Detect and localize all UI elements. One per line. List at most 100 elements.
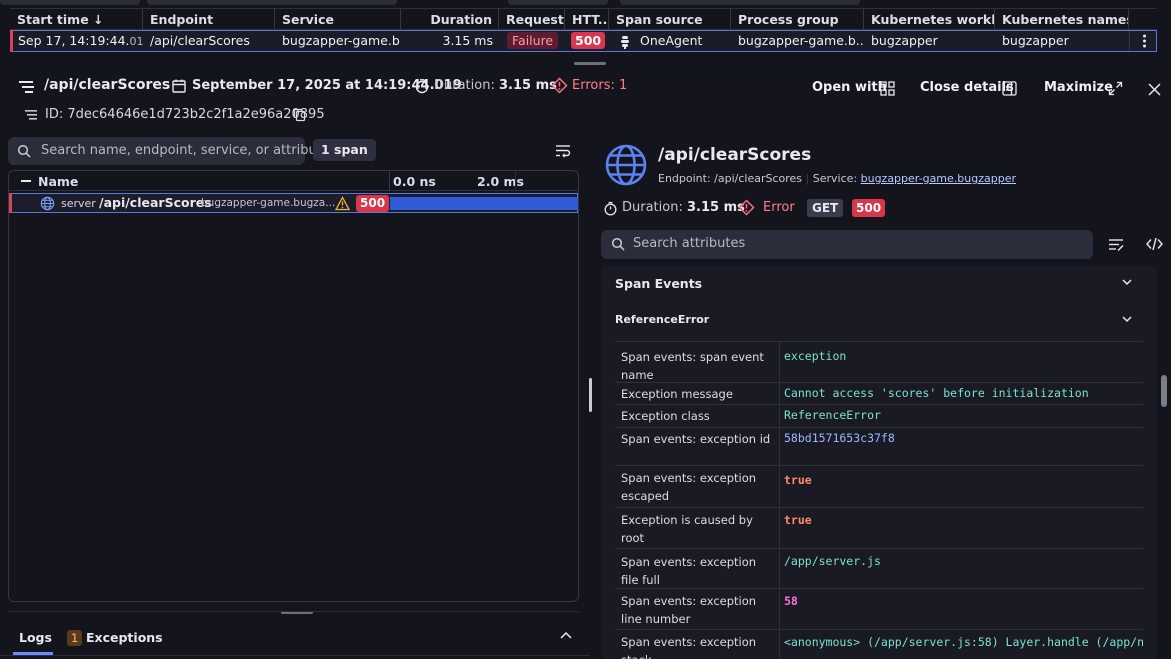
section-span-events: Span Events: [615, 276, 703, 291]
col-k8s-workload[interactable]: Kubernetes worklo...: [863, 9, 994, 31]
code-icon[interactable]: [1146, 236, 1163, 252]
attribute-search-input[interactable]: Search attributes: [601, 230, 1093, 259]
span-row[interactable]: server /api/clearScores bugzapper-game.b…: [9, 193, 578, 213]
col-service[interactable]: Service: [274, 9, 400, 31]
col-actions: [1128, 9, 1157, 31]
detail-errors: Errors: 1: [572, 78, 628, 93]
maximize-label: Maximize: [1044, 80, 1113, 95]
list-icon: [18, 77, 38, 95]
attribute-row[interactable]: Span events: exception file full/app/ser…: [615, 549, 1143, 589]
close-icon[interactable]: [1147, 82, 1162, 97]
tab-exceptions[interactable]: Exceptions: [86, 630, 163, 645]
span-tree-panel: Name 0.0 ns 2.0 ms server /api/clearScor…: [8, 170, 579, 602]
warning-icon: [335, 196, 350, 211]
copy-icon[interactable]: [292, 107, 307, 122]
service-link[interactable]: bugzapper-game.bugzapper: [861, 172, 1016, 185]
duration-value: 3.15 ms: [498, 78, 557, 93]
attribute-row[interactable]: Span events: exception stack <anonymous> …: [615, 630, 1143, 659]
span-duration-bar[interactable]: [390, 197, 578, 210]
span-duration: Duration: 3.15 ms: [622, 200, 745, 215]
attribute-value: <anonymous> (/app/server.js:58) Layer.ha…: [779, 630, 1143, 659]
open-with-button[interactable]: Open with: [812, 80, 895, 96]
expand-icon: [1108, 81, 1123, 96]
search-placeholder: Search name, endpoint, service, or attri…: [41, 143, 337, 158]
cell-process-group: bugzapper-game.b...: [738, 33, 864, 48]
span-detail-title: /api/clearScores: [658, 145, 812, 165]
exceptions-count-badge: 1: [67, 630, 83, 646]
wrap-lines-icon[interactable]: [555, 143, 571, 159]
attribute-row[interactable]: Span events: exception escaped true: [615, 466, 1143, 508]
span-search-input[interactable]: Search name, endpoint, service, or attri…: [8, 137, 337, 165]
span-bar-track: [390, 197, 578, 210]
cell-k8s-namespace: bugzapper: [1002, 33, 1069, 48]
table-header: Start time ↓ Endpoint Service Duration R…: [10, 8, 1157, 31]
row-menu-button[interactable]: [1129, 31, 1158, 51]
stopwatch-icon: [603, 201, 618, 216]
col-request-status[interactable]: Request...: [498, 9, 564, 31]
attribute-key: Exception class: [621, 409, 710, 423]
close-details-button[interactable]: Close details: [920, 80, 1017, 96]
attribute-key: Exception message: [621, 387, 733, 401]
attribute-key: Span events: exception stack: [621, 635, 757, 659]
attribute-key: Span events: exception line number: [621, 594, 757, 626]
table-top-strip: [0, 0, 1171, 6]
open-with-label: Open with: [812, 80, 887, 95]
vertical-splitter[interactable]: [589, 378, 592, 412]
span-status-badge: 500: [356, 195, 390, 212]
oneagent-icon: [619, 35, 631, 49]
timeline-gridline: [515, 171, 516, 191]
attribute-row[interactable]: Span events: exception id 58bd1571653c37f…: [615, 428, 1143, 466]
col-name-header: Name: [38, 174, 79, 189]
scroll-segment: [147, 0, 397, 5]
panel-divider: [8, 611, 579, 612]
attribute-row[interactable]: Span events: span event name exception: [615, 342, 1143, 383]
error-diamond-icon: [738, 199, 755, 216]
duration-label: Duration:: [622, 200, 683, 215]
duration-label: Duration:: [434, 78, 495, 93]
chevron-up-icon[interactable]: [559, 630, 573, 640]
attribute-key: Span events: exception file full: [621, 555, 757, 587]
filter-settings-icon[interactable]: [1108, 236, 1124, 252]
http-500-badge: 500: [571, 32, 606, 49]
span-source-text: OneAgent: [640, 33, 703, 48]
col-duration[interactable]: Duration: [400, 9, 498, 31]
col-http-status[interactable]: HTT...: [564, 9, 608, 31]
span-service: bugzapper-game.bugza...: [201, 197, 336, 209]
detail-duration: Duration: 3.15 ms: [434, 78, 557, 93]
resize-handle-top[interactable]: [574, 62, 606, 65]
cell-service: bugzapper-game.b...: [282, 33, 401, 48]
table-row[interactable]: Sep 17, 14:19:44.019 /api/clearScores bu…: [10, 30, 1157, 52]
calendar-icon: [171, 78, 187, 94]
attribute-row[interactable]: Exception class ReferenceError: [615, 405, 1143, 428]
attribute-row[interactable]: Exception is caused by root true: [615, 508, 1143, 549]
attribute-value: true: [779, 508, 1143, 548]
cell-duration: 3.15 ms: [442, 33, 494, 48]
col-endpoint[interactable]: Endpoint: [142, 9, 274, 31]
col-k8s-namespace[interactable]: Kubernetes names...: [994, 9, 1128, 31]
more-vertical-icon[interactable]: [1130, 31, 1158, 51]
col-process-group[interactable]: Process group: [730, 9, 863, 31]
collapse-all-icon[interactable]: [21, 180, 31, 182]
attribute-row[interactable]: Exception message Cannot access 'scores' …: [615, 383, 1143, 405]
start-time-text: Sep 17, 14:19:44.: [18, 33, 130, 48]
trace-id: ID: 7dec64646e1d723b2c2f1a2e96a20895: [45, 107, 325, 122]
col-start-time[interactable]: Start time ↓: [10, 9, 142, 31]
chevron-down-icon[interactable]: [1121, 315, 1133, 323]
attribute-key: Span events: exception escaped: [621, 471, 757, 503]
attributes-panel: Span Events ReferenceError Span events: …: [601, 266, 1157, 659]
detail-title: /api/clearScores: [44, 77, 171, 93]
attribute-key: Span events: exception id: [621, 432, 771, 446]
search-icon: [17, 144, 31, 158]
error-row-indicator: [9, 193, 12, 213]
stopwatch-icon: [414, 78, 430, 94]
search-placeholder: Search attributes: [633, 236, 746, 251]
chevron-down-icon[interactable]: [1121, 278, 1133, 286]
attribute-row[interactable]: Span events: exception line number 58: [615, 589, 1143, 630]
error-label: Error: [763, 200, 795, 215]
http-status-badge: 500: [852, 199, 886, 217]
maximize-button[interactable]: Maximize: [1044, 80, 1123, 96]
tab-logs[interactable]: Logs: [19, 630, 52, 645]
col-span-source[interactable]: Span source: [608, 9, 730, 31]
scroll-segment: [508, 0, 608, 5]
attributes-scrollbar[interactable]: [1161, 375, 1167, 407]
